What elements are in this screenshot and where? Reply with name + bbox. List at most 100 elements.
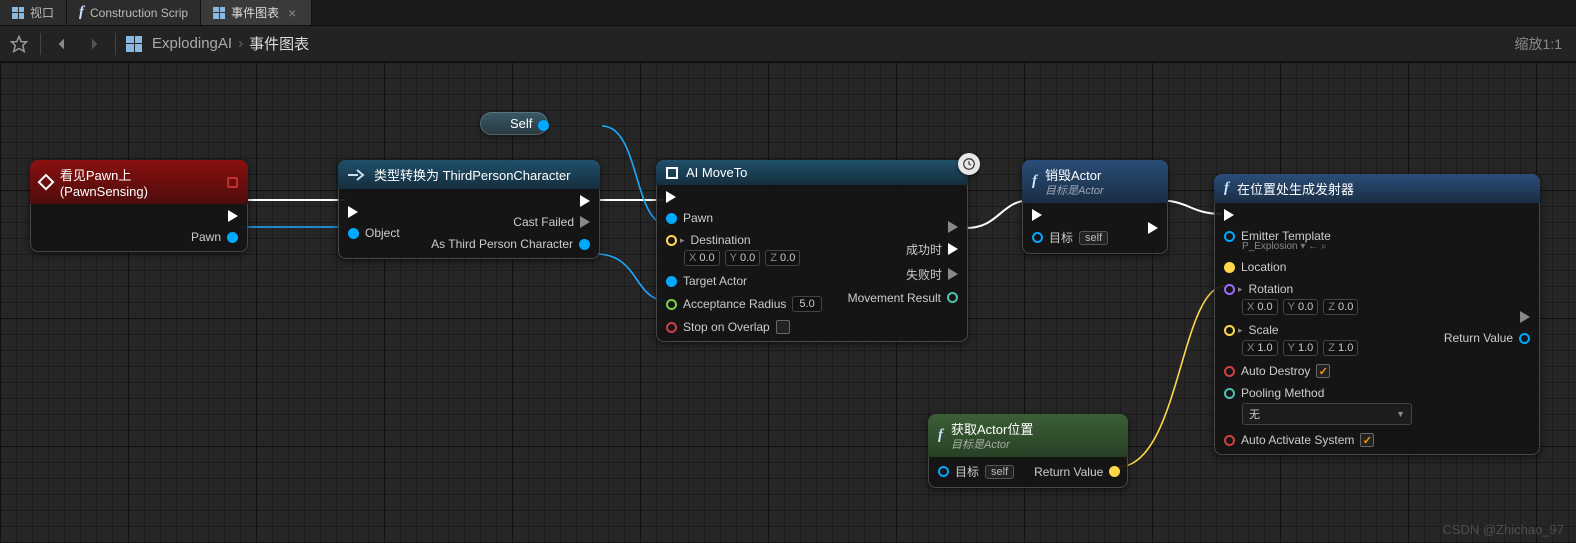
input-pin-stop-on-overlap[interactable]: Stop on Overlap [666,320,790,334]
rot-z-input[interactable]: Z0.0 [1323,299,1358,315]
scale-y-input[interactable]: Y1.0 [1283,340,1319,356]
exec-out-success[interactable]: 成功时 [906,241,958,258]
latent-clock-icon [958,153,980,175]
exec-out-pin[interactable] [580,195,590,207]
tab-label: 视口 [30,4,54,21]
function-icon: f [1032,173,1037,190]
exec-out-failed[interactable]: Cast Failed [513,215,590,229]
tab-bar: 视口 f Construction Scrip 事件图表 × [0,0,1576,26]
exec-in-pin[interactable] [1224,209,1234,221]
node-subtitle: 目标是Actor [1045,182,1104,198]
rot-x-input[interactable]: X0.0 [1242,299,1278,315]
tab-label: Construction Scrip [90,6,188,20]
graph-icon [126,36,142,52]
graph-canvas[interactable]: Self 看见Pawn上 (PawnSensing) Pawn 类型转换为 Th… [0,62,1576,543]
delegate-pin[interactable] [227,177,238,188]
node-subtitle: 目标是Actor [951,436,1033,452]
node-header: f 获取Actor位置 目标是Actor [928,414,1128,457]
input-pin-emitter-template[interactable]: Emitter Template [1224,229,1331,243]
cast-icon [348,169,366,181]
node-title: AI MoveTo [686,165,747,180]
favorite-button[interactable] [8,33,30,55]
scale-z-input[interactable]: Z1.0 [1323,340,1358,356]
input-pin-auto-activate[interactable]: Auto Activate System [1224,433,1374,447]
grid-icon [213,7,225,19]
self-node[interactable]: Self [480,112,548,135]
exec-out-pin[interactable] [228,210,238,222]
scale-x-input[interactable]: X1.0 [1242,340,1278,356]
output-pin-pawn[interactable]: Pawn [191,230,238,244]
grid-icon [12,7,24,19]
dest-x-input[interactable]: X0.0 [684,250,720,266]
toolbar: ExplodingAI › 事件图表 缩放1:1 [0,26,1576,62]
self-default[interactable]: self [1079,231,1108,245]
radius-input[interactable]: 5.0 [792,296,821,312]
input-pin-location[interactable]: Location [1224,260,1286,274]
chevron-right-icon: › [238,35,243,52]
input-pin-pooling-method[interactable]: Pooling Method [1224,386,1412,400]
tab-construction[interactable]: f Construction Scrip [67,0,201,25]
ai-moveto-node[interactable]: AI MoveTo Pawn ▸ Destination X0.0 Y0.0 [656,160,968,342]
separator [115,33,116,55]
self-label: Self [510,116,532,131]
exec-in-pin[interactable] [666,191,676,203]
input-pin-rotation[interactable]: ▸ Rotation [1224,282,1358,296]
node-title: 获取Actor位置 [951,422,1033,437]
node-icon [666,167,678,179]
node-title: 看见Pawn上 (PawnSensing) [60,165,219,199]
input-pin-target[interactable]: 目标 self [938,463,1014,480]
exec-out-fail[interactable]: 失败时 [906,266,958,283]
tab-event-graph[interactable]: 事件图表 × [201,0,312,25]
tab-viewport[interactable]: 视口 [0,0,67,25]
input-pin-target-actor[interactable]: Target Actor [666,274,747,288]
exec-in-pin[interactable] [348,206,358,218]
node-header: 看见Pawn上 (PawnSensing) [30,160,248,204]
function-icon: f [79,4,84,21]
node-header: f 在位置处生成发射器 [1214,174,1540,203]
self-default[interactable]: self [985,465,1014,479]
close-icon[interactable]: × [285,5,299,21]
input-pin-pawn[interactable]: Pawn [666,211,713,225]
destroy-actor-node[interactable]: f 销毁Actor 目标是Actor 目标 self [1022,160,1168,254]
nav-forward-button[interactable] [83,33,105,55]
output-pin-as-character[interactable]: As Third Person Character [431,237,590,251]
nav-back-button[interactable] [51,33,73,55]
breadcrumb-root[interactable]: ExplodingAI [152,35,232,52]
input-pin-destination[interactable]: ▸ Destination [666,233,800,247]
zoom-label: 缩放1:1 [1515,34,1568,54]
node-title: 类型转换为 ThirdPersonCharacter [374,165,571,184]
output-pin-return-value[interactable]: Return Value [1444,331,1530,345]
exec-out-pin[interactable] [948,221,958,233]
auto-destroy-checkbox[interactable] [1316,364,1330,378]
separator [40,33,41,55]
exec-in-pin[interactable] [1032,209,1042,221]
function-icon: f [1224,180,1229,197]
input-pin-object[interactable]: Object [348,226,400,240]
output-pin-self[interactable] [538,120,549,131]
output-pin-movement-result[interactable]: Movement Result [848,291,958,305]
cast-node[interactable]: 类型转换为 ThirdPersonCharacter Object Cast F… [338,160,600,259]
breadcrumb: ExplodingAI › 事件图表 [152,33,309,54]
spawn-emitter-node[interactable]: f 在位置处生成发射器 Emitter Template P_Explosion… [1214,174,1540,455]
node-header: f 销毁Actor 目标是Actor [1022,160,1168,203]
exec-out-pin[interactable] [1520,311,1530,323]
dest-z-input[interactable]: Z0.0 [765,250,800,266]
tab-label: 事件图表 [231,4,279,21]
stop-overlap-checkbox[interactable] [776,320,790,334]
node-header: 类型转换为 ThirdPersonCharacter [338,160,600,189]
dest-y-input[interactable]: Y0.0 [725,250,761,266]
pooling-dropdown[interactable]: 无▼ [1242,403,1412,425]
event-node[interactable]: 看见Pawn上 (PawnSensing) Pawn [30,160,248,252]
get-location-node[interactable]: f 获取Actor位置 目标是Actor 目标 self Return Valu… [928,414,1128,488]
input-pin-auto-destroy[interactable]: Auto Destroy [1224,364,1330,378]
event-icon [37,174,54,191]
rot-y-input[interactable]: Y0.0 [1283,299,1319,315]
breadcrumb-leaf[interactable]: 事件图表 [249,33,309,54]
input-pin-acceptance-radius[interactable]: Acceptance Radius 5.0 [666,296,822,312]
output-pin-return-value[interactable]: Return Value [1034,465,1120,479]
exec-out-pin[interactable] [1148,222,1158,234]
input-pin-scale[interactable]: ▸ Scale [1224,323,1358,337]
input-pin-target[interactable]: 目标 self [1032,229,1108,246]
auto-activate-checkbox[interactable] [1360,433,1374,447]
node-header: AI MoveTo [656,160,968,185]
